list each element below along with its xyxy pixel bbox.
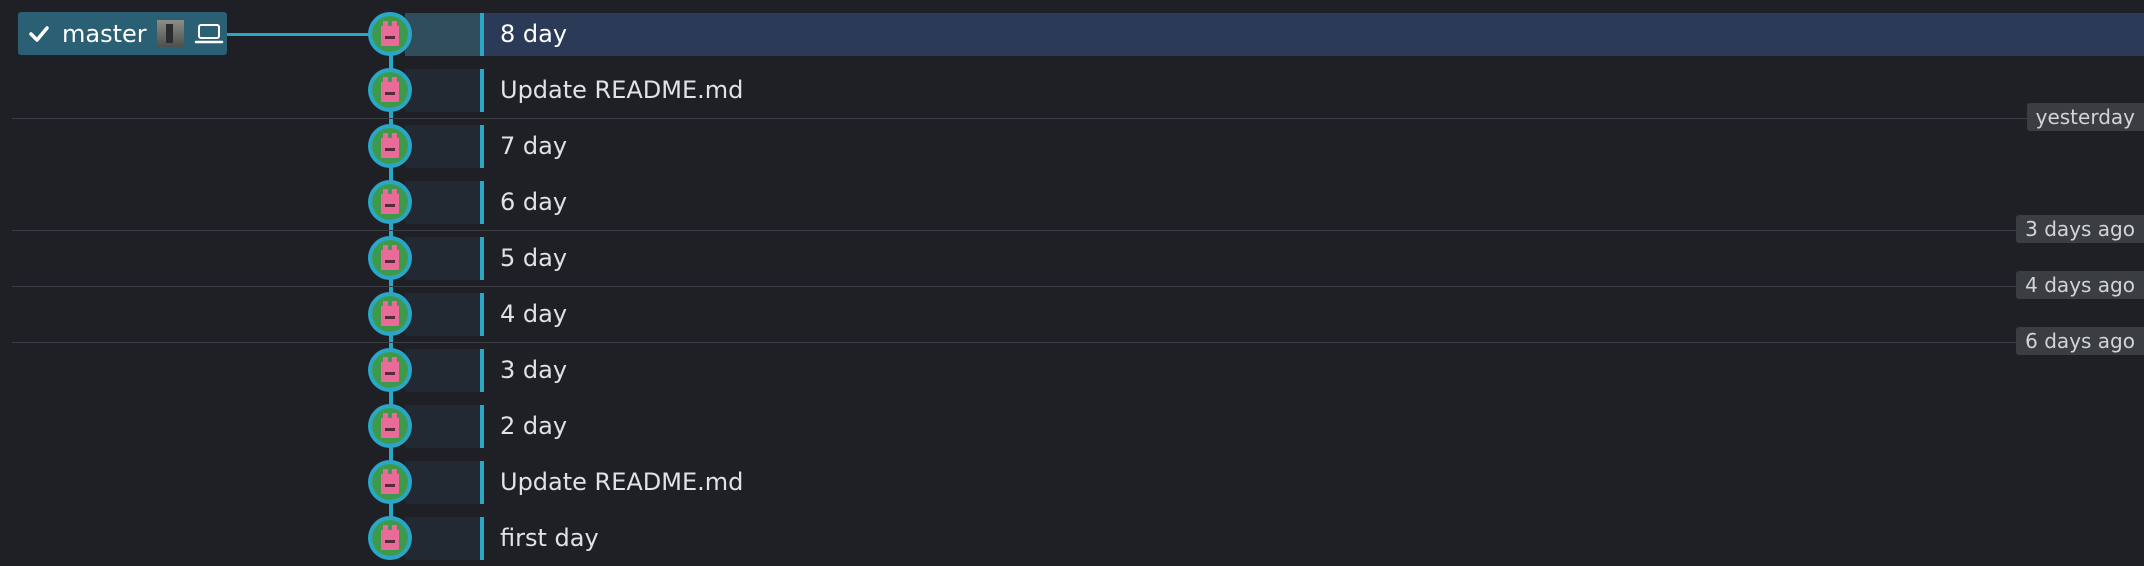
commit-graph-cell	[405, 69, 482, 112]
commit-row[interactable]: Update README.md	[0, 56, 2144, 112]
commit-node-avatar[interactable]	[368, 236, 412, 280]
date-separator-line	[12, 342, 2144, 343]
commit-graph-cell	[405, 349, 482, 392]
commit-message: 7 day	[500, 132, 568, 160]
commit-message: 3 day	[500, 356, 568, 384]
commit-node-avatar[interactable]	[368, 516, 412, 560]
row-marker	[480, 293, 484, 336]
commit-node-avatar[interactable]	[368, 348, 412, 392]
date-separator-line	[12, 286, 2144, 287]
commit-message: Update README.md	[500, 468, 744, 496]
commit-node-avatar[interactable]	[368, 180, 412, 224]
commit-node-avatar[interactable]	[368, 292, 412, 336]
commit-graph-cell	[405, 125, 482, 168]
commit-row[interactable]: Update README.md	[0, 448, 2144, 504]
date-label: yesterday	[2026, 103, 2144, 131]
row-highlight	[480, 13, 2144, 56]
date-separator-line	[12, 230, 2144, 231]
commit-row[interactable]: 8 day	[0, 0, 2144, 56]
row-marker	[480, 405, 484, 448]
row-marker	[480, 461, 484, 504]
commit-graph: master 8 day Update README.md 7 day 6 da…	[0, 0, 2144, 566]
date-label: 4 days ago	[2016, 271, 2144, 299]
commit-node-avatar[interactable]	[368, 404, 412, 448]
row-marker	[480, 69, 484, 112]
commit-row[interactable]: 7 day	[0, 112, 2144, 168]
commit-message: 4 day	[500, 300, 568, 328]
commit-node-avatar[interactable]	[368, 460, 412, 504]
commit-message: first day	[500, 524, 599, 552]
commit-graph-cell	[405, 237, 482, 280]
row-marker	[480, 517, 484, 560]
row-marker	[480, 13, 484, 56]
row-marker	[480, 181, 484, 224]
commit-row[interactable]: 6 day	[0, 168, 2144, 224]
commit-graph-cell	[405, 461, 482, 504]
row-marker	[480, 237, 484, 280]
commit-graph-cell	[405, 13, 482, 56]
commit-row[interactable]: 2 day	[0, 392, 2144, 448]
row-marker	[480, 349, 484, 392]
commit-message: 6 day	[500, 188, 568, 216]
commit-node-avatar[interactable]	[368, 124, 412, 168]
commit-node-avatar[interactable]	[368, 12, 412, 56]
row-marker	[480, 125, 484, 168]
commit-row[interactable]: 5 day	[0, 224, 2144, 280]
date-separator-line	[12, 118, 2144, 119]
commit-graph-cell	[405, 517, 482, 560]
date-label: 3 days ago	[2016, 215, 2144, 243]
commit-row[interactable]: 3 day	[0, 336, 2144, 392]
commit-message: 8 day	[500, 20, 568, 48]
commit-message: Update README.md	[500, 76, 744, 104]
date-label: 6 days ago	[2016, 327, 2144, 355]
commit-message: 5 day	[500, 244, 568, 272]
commit-node-avatar[interactable]	[368, 68, 412, 112]
commit-message: 2 day	[500, 412, 568, 440]
commit-graph-cell	[405, 293, 482, 336]
commit-graph-cell	[405, 405, 482, 448]
commit-row[interactable]: 4 day	[0, 280, 2144, 336]
commit-row[interactable]: first day	[0, 504, 2144, 560]
commit-graph-cell	[405, 181, 482, 224]
